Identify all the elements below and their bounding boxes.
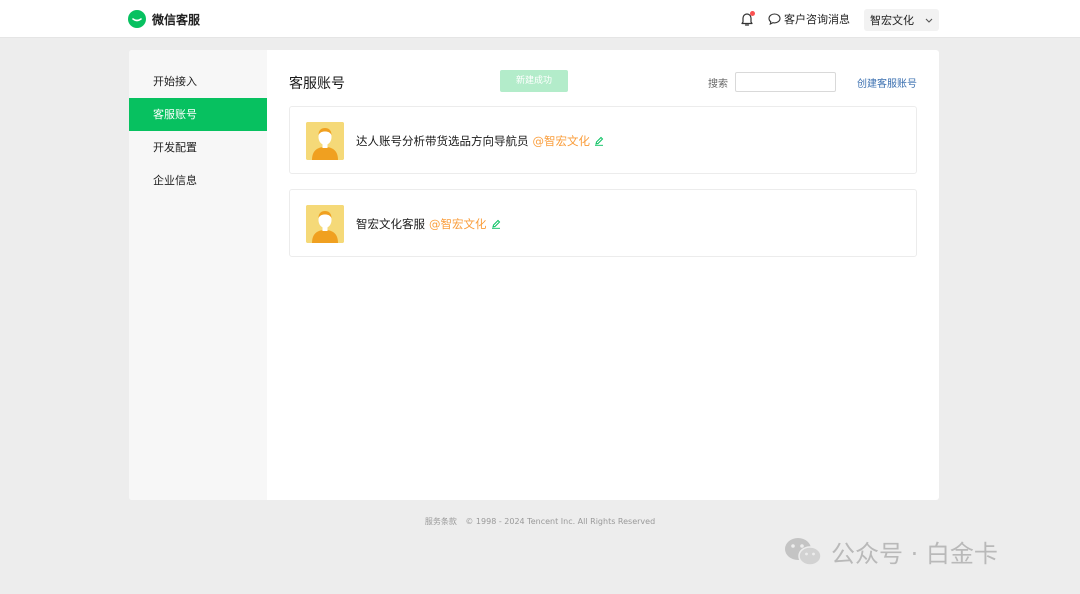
top-bar: 微信客服 客户咨询消息 智宏文化 — [0, 0, 1080, 38]
chat-bubble-icon — [768, 13, 781, 25]
pencil-edit-icon[interactable] — [594, 136, 604, 146]
account-avatar — [306, 205, 344, 243]
account-name: 达人账号分析带货选品方向导航员 — [356, 134, 529, 148]
chevron-down-icon — [925, 18, 933, 23]
sidebar-item-getting-started[interactable]: 开始接入 — [129, 65, 267, 98]
account-card[interactable]: 达人账号分析带货选品方向导航员 @智宏文化 — [289, 106, 917, 174]
main-card: 开始接入 客服账号 开发配置 企业信息 客服账号 新建成功 搜索 创建客服账号 … — [129, 50, 939, 500]
search-label: 搜索 — [708, 79, 728, 90]
notification-badge — [750, 11, 755, 16]
notification-bell[interactable] — [740, 11, 755, 27]
sidebar-item-service-accounts[interactable]: 客服账号 — [129, 98, 267, 131]
search-input[interactable] — [735, 72, 836, 92]
sidebar-item-enterprise-info[interactable]: 企业信息 — [129, 164, 267, 197]
brand-title: 微信客服 — [152, 12, 201, 27]
watermark-text: 公众号 · 白金卡 — [831, 540, 998, 568]
create-account-link[interactable]: 创建客服账号 — [857, 75, 917, 90]
pencil-edit-icon[interactable] — [491, 219, 501, 229]
wechat-logo-icon — [785, 537, 822, 566]
sidebar-item-dev-config[interactable]: 开发配置 — [129, 131, 267, 164]
watermark: 公众号 · 白金卡 — [783, 534, 998, 569]
customer-messages-link[interactable]: 客户咨询消息 — [768, 11, 850, 27]
success-toast: 新建成功 — [500, 70, 568, 92]
account-corp: @智宏文化 — [532, 134, 591, 148]
sidebar: 开始接入 客服账号 开发配置 企业信息 — [129, 50, 267, 500]
customer-messages-label: 客户咨询消息 — [784, 13, 850, 26]
org-name: 智宏文化 — [870, 14, 914, 27]
wechat-service-logo-icon — [128, 10, 146, 28]
account-name: 智宏文化客服 — [356, 217, 425, 231]
account-avatar — [306, 122, 344, 160]
footer: 服务条款 © 1998 - 2024 Tencent Inc. All Righ… — [0, 516, 1080, 527]
brand[interactable]: 微信客服 — [128, 10, 200, 28]
terms-link[interactable]: 服务条款 — [425, 517, 457, 526]
account-card[interactable]: 智宏文化客服 @智宏文化 — [289, 189, 917, 257]
content-area: 客服账号 新建成功 搜索 创建客服账号 达人账号分析带货选品方向导航员 @智宏文… — [289, 50, 917, 500]
org-switcher[interactable]: 智宏文化 — [864, 9, 939, 31]
account-corp: @智宏文化 — [429, 217, 487, 231]
copyright-text: © 1998 - 2024 Tencent Inc. All Rights Re… — [465, 517, 656, 526]
page-title: 客服账号 — [289, 76, 345, 92]
